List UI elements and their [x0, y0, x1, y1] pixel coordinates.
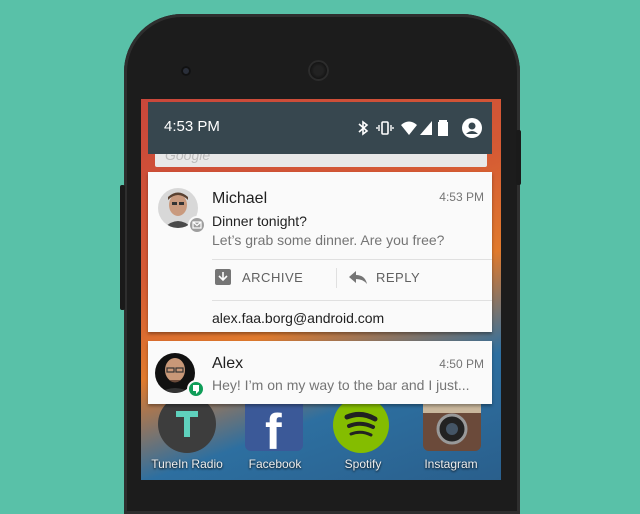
action-separator	[336, 268, 337, 288]
notification-card-alex[interactable]: Alex 4:50 PM Hey! I’m on my way to the b…	[148, 341, 492, 404]
app-label-instagram: Instagram	[424, 457, 478, 471]
svg-text:f: f	[265, 404, 282, 451]
bluetooth-icon	[354, 119, 372, 137]
vibrate-icon	[376, 119, 394, 137]
archive-icon	[214, 268, 232, 286]
sender-name: Michael	[212, 190, 268, 207]
front-camera	[181, 66, 191, 76]
app-label-spotify: Spotify	[344, 457, 382, 471]
spotify-app-icon[interactable]	[333, 397, 389, 453]
speaker-grille	[308, 60, 329, 81]
reply-label: REPLY	[376, 270, 421, 285]
volume-button	[120, 185, 125, 310]
notification-text: Let’s grab some dinner. Are you free?	[212, 232, 445, 248]
account-icon[interactable]	[462, 118, 482, 138]
status-time: 4:53 PM	[164, 118, 220, 135]
battery-icon	[434, 119, 452, 137]
notification-time: 4:50 PM	[439, 357, 484, 371]
email-icon	[188, 216, 206, 234]
account-email: alex.faa.borg@android.com	[212, 310, 385, 326]
hangouts-icon	[187, 380, 205, 398]
app-label-facebook: Facebook	[248, 457, 302, 471]
notification-card-michael[interactable]: Michael 4:53 PM Dinner tonight? Let’s gr…	[148, 172, 492, 332]
app-label-tunein: TuneIn Radio	[151, 457, 223, 471]
facebook-app-icon[interactable]: f	[245, 399, 303, 460]
archive-label: ARCHIVE	[242, 270, 304, 285]
notification-time: 4:53 PM	[439, 190, 484, 204]
reply-button[interactable]: REPLY	[346, 265, 466, 291]
instagram-app-icon[interactable]	[423, 399, 481, 451]
divider	[212, 300, 492, 301]
archive-button[interactable]: ARCHIVE	[212, 265, 332, 291]
notification-title: Dinner tonight?	[212, 213, 307, 229]
power-button	[516, 130, 521, 185]
notification-text: Hey! I’m on my way to the bar and I just…	[212, 377, 470, 393]
reply-icon	[348, 268, 368, 286]
wifi-icon	[400, 119, 418, 137]
status-bar[interactable]: 4:53 PM	[148, 102, 492, 154]
sender-name: Alex	[212, 355, 244, 372]
divider	[212, 259, 492, 260]
